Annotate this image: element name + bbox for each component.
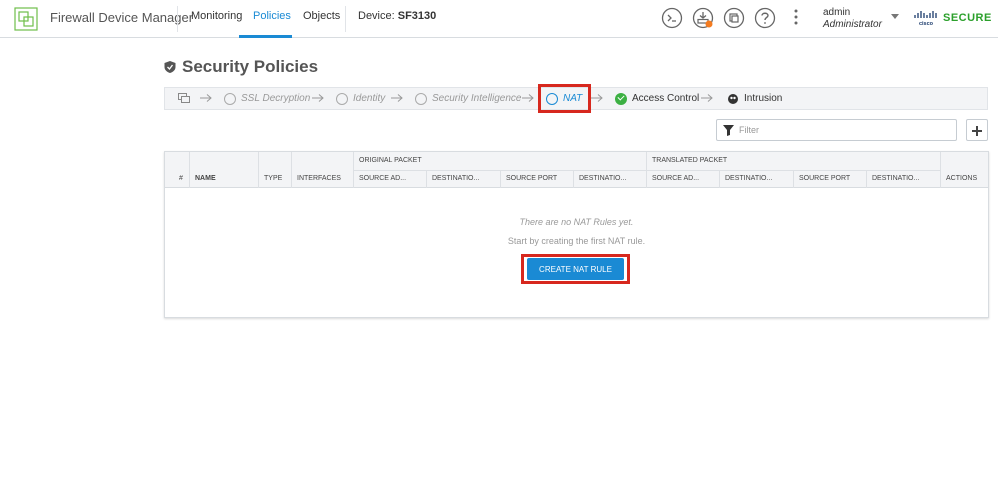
column-header-interfaces: INTERFACES <box>297 175 341 182</box>
chain-item-security-intelligence[interactable]: Security Intelligence <box>415 88 522 109</box>
top-navigation-bar: Firewall Device Manager Monitoring Polic… <box>0 0 998 38</box>
column-header-orig-destination-port: DESTINATIO... <box>579 175 627 182</box>
arrow-right-icon <box>591 94 603 102</box>
column-divider <box>573 170 574 188</box>
chain-item-label: Access Control <box>632 93 700 104</box>
deployment-icon[interactable] <box>692 7 714 29</box>
column-divider <box>291 152 292 188</box>
nav-tab-objects[interactable]: Objects <box>303 10 340 22</box>
active-tab-indicator <box>239 35 292 38</box>
chain-item-label: SSL Decryption <box>241 93 311 104</box>
fdm-logo-icon[interactable] <box>14 7 38 31</box>
create-button-highlight-box <box>521 254 630 284</box>
security-policy-icon <box>164 61 176 73</box>
nav-divider <box>177 6 178 32</box>
cisco-logo-icon: cisco <box>914 11 937 26</box>
cli-console-icon[interactable] <box>661 7 683 29</box>
column-header-trans-destination-port: DESTINATIO... <box>872 175 920 182</box>
nav-tab-monitoring[interactable]: Monitoring <box>191 10 242 22</box>
nav-tab-policies[interactable]: Policies <box>253 10 291 22</box>
column-header-trans-source-port: SOURCE PORT <box>799 175 851 182</box>
column-header-orig-source-address: SOURCE AD... <box>359 175 407 182</box>
column-header-orig-source-port: SOURCE PORT <box>506 175 558 182</box>
device-name: SF3130 <box>397 10 437 22</box>
chain-item-identity[interactable]: Identity <box>336 88 385 109</box>
chain-item-label: Intrusion <box>744 93 783 104</box>
group-header-translated-packet: TRANSLATED PACKET <box>652 157 728 164</box>
group-divider <box>353 170 940 171</box>
enabled-check-icon <box>615 92 627 105</box>
filter-input[interactable] <box>739 121 949 139</box>
arrow-right-icon <box>701 94 713 102</box>
column-divider <box>866 170 867 188</box>
chain-item-intrusion[interactable]: Intrusion <box>727 88 782 109</box>
column-header-actions: ACTIONS <box>946 175 978 182</box>
column-divider <box>719 170 720 188</box>
empty-state-title: There are no NAT Rules yet. <box>519 217 634 227</box>
page-title: Security Policies <box>182 57 319 76</box>
help-icon[interactable] <box>754 7 776 29</box>
disabled-circle-icon <box>224 92 236 105</box>
user-role[interactable]: Administrator <box>823 19 882 30</box>
table-header: ORIGINAL PACKET TRANSLATED PACKET # NAME… <box>165 152 988 188</box>
column-header-name[interactable]: NAME <box>195 175 216 182</box>
arrow-right-icon <box>522 94 534 102</box>
chain-item-ssl-decryption[interactable]: SSL Decryption <box>224 88 310 109</box>
arrow-right-icon <box>312 94 324 102</box>
arrow-right-icon <box>391 94 403 102</box>
column-header-type: TYPE <box>264 175 283 182</box>
user-name[interactable]: admin <box>823 7 850 18</box>
column-divider <box>258 152 259 188</box>
tasks-icon[interactable] <box>723 7 745 29</box>
chain-item-label: Security Intelligence <box>432 93 522 104</box>
chain-item-label: Identity <box>353 93 386 104</box>
nat-rules-table: ORIGINAL PACKET TRANSLATED PACKET # NAME… <box>164 151 989 318</box>
column-divider <box>426 170 427 188</box>
column-header-trans-source-address: SOURCE AD... <box>652 175 700 182</box>
brand-secure: SECURE <box>943 12 992 24</box>
add-nat-rule-button[interactable] <box>966 119 988 141</box>
disabled-circle-icon <box>415 92 427 105</box>
column-divider <box>793 170 794 188</box>
chevron-down-icon[interactable] <box>891 14 899 19</box>
empty-state-subtitle: Start by creating the first NAT rule. <box>507 236 646 246</box>
column-header-trans-destination-address: DESTINATIO... <box>725 175 773 182</box>
svg-text:cisco: cisco <box>919 21 934 26</box>
column-divider <box>500 170 501 188</box>
arrow-right-icon <box>200 94 212 102</box>
device-label: Device: <box>358 10 395 22</box>
nav-divider <box>345 6 346 32</box>
filter-icon <box>723 125 734 136</box>
column-divider <box>189 152 190 188</box>
group-header-original-packet: ORIGINAL PACKET <box>359 157 422 164</box>
column-header-orig-destination-address: DESTINATIO... <box>432 175 480 182</box>
column-header-number: # <box>179 175 183 182</box>
filter-box[interactable] <box>716 119 957 141</box>
column-divider <box>940 152 941 188</box>
nat-highlight-box <box>538 84 591 113</box>
intrusion-icon <box>728 93 738 104</box>
disabled-circle-icon <box>336 92 348 105</box>
device-indicator[interactable]: Device: SF3130 <box>358 10 436 22</box>
inside-outside-icon[interactable] <box>178 93 190 103</box>
app-title: Firewall Device Manager <box>50 10 194 25</box>
chain-item-access-control[interactable]: Access Control <box>615 88 699 109</box>
more-menu-icon[interactable] <box>794 9 798 25</box>
